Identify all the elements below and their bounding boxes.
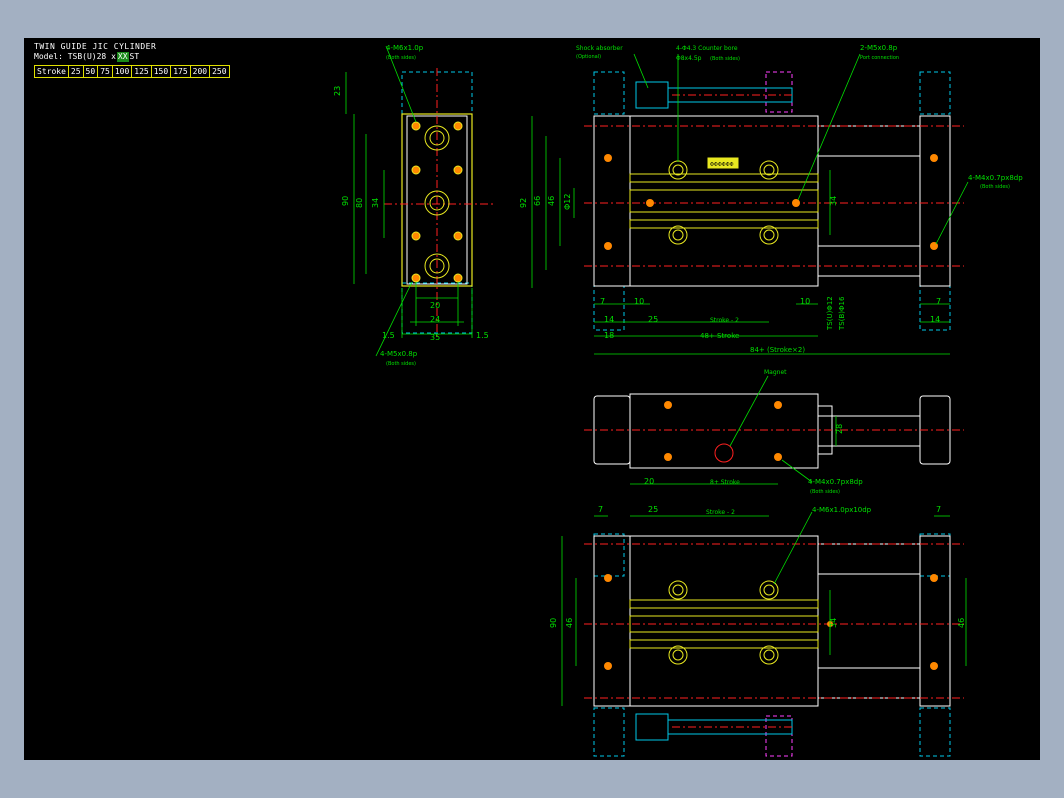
dim-25-bottom: 25 [648, 505, 658, 514]
dim-23: 23 [333, 86, 342, 96]
dim-84-stroke: 84+ (Stroke×2) [750, 346, 805, 354]
dim-46: 46 [547, 196, 556, 206]
dim-7-left: 7 [600, 297, 605, 306]
dim-phi12: Φ12 [563, 194, 572, 210]
dim-8-stroke: 8+ Stroke [710, 479, 740, 486]
callout-port-sub: Port connection [860, 55, 899, 61]
dim-48-stroke: 48+ Stroke [700, 332, 739, 340]
dim-ts-b: TS(B)Φ16 [838, 296, 846, 331]
dim-1-5-left: 1.5 [382, 331, 395, 340]
callout-side-top: 4-M6x1.0p [386, 44, 424, 52]
drawing-svg: 23 90 80 34 20 24 35 1.5 1.5 4-M6x1.0p (… [333, 44, 1023, 757]
cad-drawing-canvas[interactable]: TWIN GUIDE JIC CYLINDER Model: TSB(U)28 … [24, 38, 1040, 760]
dim-7-bottom-left: 7 [598, 505, 603, 514]
middle-view: 28 20 8+ Stroke Magnet 4-M4x0.7px8dp (Bo… [584, 369, 964, 495]
callout-port: 2-M5x0.8p [860, 44, 898, 52]
dim-10-left: 10 [634, 297, 644, 306]
callout-right-tap: 4-M4x0.7px8dp [968, 174, 1023, 182]
dim-1-5-right: 1.5 [476, 331, 489, 340]
callout-counter-bore-sub: Φ8x4.5p [676, 55, 702, 62]
dim-28: 28 [835, 424, 844, 434]
dim-24: 24 [430, 315, 440, 324]
callout-optional: (Optional) [576, 54, 601, 60]
dim-20-mid: 20 [644, 477, 654, 486]
callout-side-bottom-sub: (Both sides) [386, 361, 416, 367]
dim-35: 35 [430, 333, 440, 342]
callout-shock-absorber: Shock absorber [576, 45, 623, 52]
bottom-view: 7 25 Stroke - 2 7 90 46 34 46 4-M6x1.0px… [549, 505, 967, 757]
dim-80: 80 [355, 198, 364, 208]
callout-counter-bore: 4-Φ4.3 Counter bore [676, 45, 738, 52]
callout-right-tap-sub: (Both sides) [980, 184, 1010, 190]
dim-90: 90 [341, 196, 350, 206]
dim-stroke-minus-2-bottom: Stroke - 2 [706, 509, 735, 516]
dim-ts-u: TS(U)Φ12 [826, 296, 834, 331]
top-view: ΦΦΦΦΦΦ 92 66 46 Φ12 34 7 10 10 7 14 25 S… [519, 44, 1023, 355]
dim-92: 92 [519, 198, 528, 208]
callout-side-bottom: 4-M5x0.8p [380, 350, 418, 358]
nameplate-label: ΦΦΦΦΦΦ [710, 162, 734, 168]
dim-66: 66 [533, 196, 542, 206]
callout-mid-tap-sub: (Both sides) [810, 489, 840, 495]
dim-34: 34 [371, 198, 380, 208]
dim-46-bottom-right: 46 [957, 618, 966, 628]
dim-stroke-minus-2: Stroke - 2 [710, 317, 739, 324]
side-view: 23 90 80 34 20 24 35 1.5 1.5 4-M6x1.0p (… [333, 44, 494, 367]
dim-18: 18 [604, 331, 614, 340]
dim-25: 25 [648, 315, 658, 324]
dim-7-bottom-right: 7 [936, 505, 941, 514]
dim-46-bottom-left: 46 [565, 618, 574, 628]
dim-7-right: 7 [936, 297, 941, 306]
dim-20: 20 [430, 301, 440, 310]
callout-mid-tap: 4-M4x0.7px8dp [808, 478, 863, 486]
callout-bottom-tap: 4-M6x1.0px10dp [812, 506, 872, 514]
dim-14-left: 14 [604, 315, 614, 324]
dim-10-right: 10 [800, 297, 810, 306]
callout-side-top-sub: (Both sides) [386, 55, 416, 61]
callout-magnet: Magnet [764, 369, 787, 376]
dim-14-right: 14 [930, 315, 940, 324]
dim-34-bottom: 34 [829, 618, 838, 628]
dim-34-top: 34 [829, 196, 838, 206]
callout-counter-bore-both: (Both sides) [710, 56, 740, 62]
dim-90-bottom: 90 [549, 618, 558, 628]
